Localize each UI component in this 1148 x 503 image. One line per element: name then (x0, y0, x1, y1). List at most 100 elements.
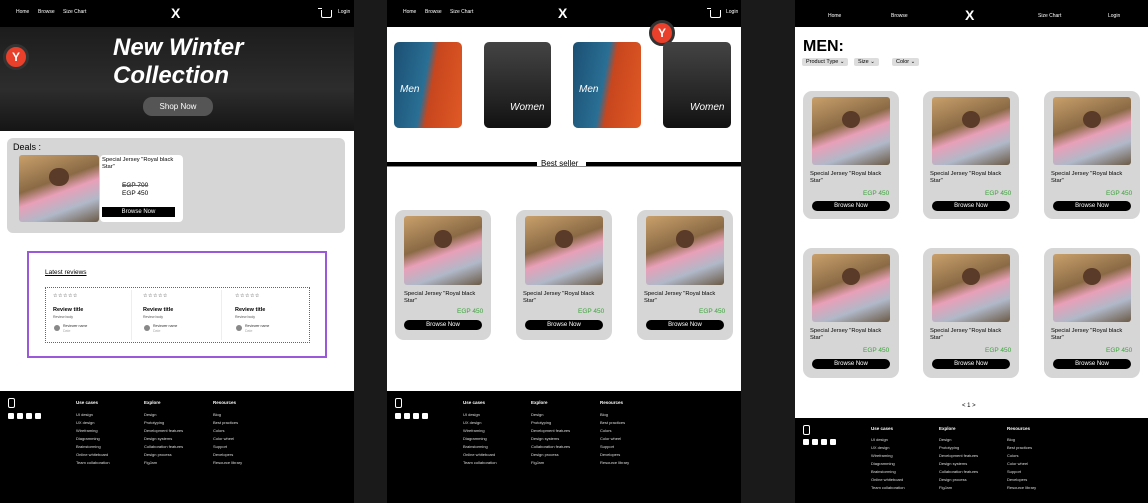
nav-home[interactable]: Home (16, 9, 29, 15)
footer-link[interactable]: FigJam (531, 460, 544, 465)
footer-link[interactable]: Wireframing (871, 453, 893, 458)
footer-link[interactable]: Wireframing (463, 428, 485, 433)
footer-link[interactable]: Diagramming (463, 436, 487, 441)
footer-link[interactable]: Brainstorming (76, 444, 101, 449)
nav-size-chart[interactable]: Size Chart (63, 9, 86, 15)
product-card[interactable]: Special Jersey "Royal black Star" EGP 45… (637, 210, 733, 340)
x-icon[interactable] (8, 413, 14, 419)
footer-link[interactable]: Resource library (1007, 485, 1036, 490)
footer-link[interactable]: Blog (1007, 437, 1015, 442)
footer-link[interactable]: FigJam (939, 485, 952, 490)
linkedin-icon[interactable] (830, 439, 836, 445)
footer-link[interactable]: UX design (76, 420, 94, 425)
product-card[interactable]: Special Jersey "Royal black Star" EGP 45… (1044, 91, 1140, 219)
pagination[interactable]: < 1 > (962, 403, 976, 409)
footer-link[interactable]: UX design (463, 420, 481, 425)
shop-now-button[interactable]: Shop Now (143, 97, 213, 116)
browse-now-button[interactable]: Browse Now (932, 201, 1010, 211)
browse-now-button[interactable]: Browse Now (932, 359, 1010, 369)
footer-link[interactable]: Collaboration features (939, 469, 978, 474)
x-icon[interactable] (803, 439, 809, 445)
footer-link[interactable]: Online whiteboard (76, 452, 108, 457)
footer-link[interactable]: Color wheel (600, 436, 621, 441)
browse-now-button[interactable]: Browse Now (525, 320, 603, 330)
footer-link[interactable]: Prototyping (939, 445, 959, 450)
footer-link[interactable]: Prototyping (144, 420, 164, 425)
instagram-icon[interactable] (812, 439, 818, 445)
browse-now-button[interactable]: Browse Now (1053, 201, 1131, 211)
footer-link[interactable]: Resource library (600, 460, 629, 465)
product-card[interactable]: Special Jersey "Royal black Star" EGP 45… (923, 248, 1019, 378)
logo[interactable]: X (965, 7, 974, 23)
footer-link[interactable]: Wireframing (76, 428, 98, 433)
footer-link[interactable]: FigJam (144, 460, 157, 465)
footer-link[interactable]: Development features (939, 453, 978, 458)
nav-home[interactable]: Home (403, 9, 416, 15)
product-card[interactable]: Special Jersey "Royal black Star" EGP 45… (803, 248, 899, 378)
footer-link[interactable]: Team collaboration (871, 485, 905, 490)
footer-link[interactable]: UX design (871, 445, 889, 450)
nav-size-chart[interactable]: Size Chart (450, 9, 473, 15)
youtube-icon[interactable] (413, 413, 419, 419)
cart-icon[interactable] (318, 8, 332, 18)
youtube-icon[interactable] (26, 413, 32, 419)
footer-link[interactable]: Color wheel (213, 436, 234, 441)
footer-link[interactable]: Design (144, 412, 156, 417)
product-card[interactable]: Special Jersey "Royal black Star" EGP 45… (1044, 248, 1140, 378)
footer-link[interactable]: Prototyping (531, 420, 551, 425)
footer-link[interactable]: UI design (76, 412, 93, 417)
logo[interactable]: X (171, 5, 180, 21)
footer-link[interactable]: Brainstorming (463, 444, 488, 449)
footer-link[interactable]: Developers (600, 452, 620, 457)
filter-size[interactable]: Size ⌄ (854, 58, 879, 66)
browse-now-button[interactable]: Browse Now (646, 320, 724, 330)
footer-link[interactable]: Colors (213, 428, 225, 433)
linkedin-icon[interactable] (35, 413, 41, 419)
browse-now-button[interactable]: Browse Now (1053, 359, 1131, 369)
nav-browse[interactable]: Browse (891, 13, 908, 19)
footer-link[interactable]: UI design (463, 412, 480, 417)
filter-product-type[interactable]: Product Type ⌄ (802, 58, 849, 66)
footer-link[interactable]: Design systems (144, 436, 172, 441)
footer-link[interactable]: Developers (1007, 477, 1027, 482)
footer-link[interactable]: Best practices (213, 420, 238, 425)
footer-link[interactable]: Brainstorming (871, 469, 896, 474)
category-women[interactable]: Women (663, 42, 731, 128)
cart-icon[interactable] (707, 8, 721, 18)
nav-login[interactable]: Login (1108, 13, 1120, 19)
footer-link[interactable]: Development features (531, 428, 570, 433)
footer-link[interactable]: Design process (531, 452, 559, 457)
footer-link[interactable]: Resource library (213, 460, 242, 465)
product-card[interactable]: Special Jersey "Royal black Star" EGP 45… (395, 210, 491, 340)
footer-link[interactable]: Colors (600, 428, 612, 433)
footer-link[interactable]: Support (213, 444, 227, 449)
nav-browse[interactable]: Browse (425, 9, 442, 15)
deal-browse-button[interactable]: Browse Now (102, 207, 175, 217)
nav-login[interactable]: Login (338, 9, 350, 15)
youtube-icon[interactable] (821, 439, 827, 445)
footer-link[interactable]: Design process (939, 477, 967, 482)
browse-now-button[interactable]: Browse Now (404, 320, 482, 330)
footer-link[interactable]: Team collaboration (76, 460, 110, 465)
logo[interactable]: X (558, 5, 567, 21)
nav-browse[interactable]: Browse (38, 9, 55, 15)
footer-link[interactable]: Blog (600, 412, 608, 417)
footer-link[interactable]: Colors (1007, 453, 1019, 458)
footer-link[interactable]: Design (939, 437, 951, 442)
footer-link[interactable]: Collaboration features (531, 444, 570, 449)
browse-now-button[interactable]: Browse Now (812, 201, 890, 211)
footer-link[interactable]: Design process (144, 452, 172, 457)
browse-now-button[interactable]: Browse Now (812, 359, 890, 369)
x-icon[interactable] (395, 413, 401, 419)
footer-link[interactable]: Best practices (600, 420, 625, 425)
footer-link[interactable]: Best practices (1007, 445, 1032, 450)
nav-size-chart[interactable]: Size Chart (1038, 13, 1061, 19)
filter-color[interactable]: Color ⌄ (892, 58, 920, 66)
instagram-icon[interactable] (17, 413, 23, 419)
footer-link[interactable]: Online whiteboard (871, 477, 903, 482)
footer-link[interactable]: Design systems (531, 436, 559, 441)
footer-link[interactable]: Blog (213, 412, 221, 417)
footer-link[interactable]: Development features (144, 428, 183, 433)
footer-link[interactable]: Design systems (939, 461, 967, 466)
linkedin-icon[interactable] (422, 413, 428, 419)
